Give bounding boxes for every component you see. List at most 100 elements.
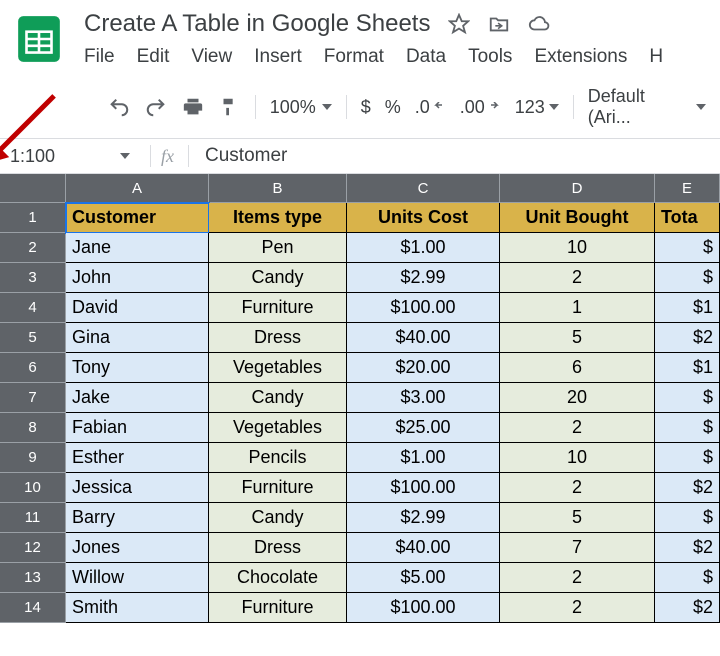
cell-C10[interactable]: $100.00 xyxy=(347,473,500,503)
row-header-4[interactable]: 4 xyxy=(0,293,66,323)
row-header-5[interactable]: 5 xyxy=(0,323,66,353)
cell-A10[interactable]: Jessica xyxy=(66,473,209,503)
row-header-12[interactable]: 12 xyxy=(0,533,66,563)
row-header-7[interactable]: 7 xyxy=(0,383,66,413)
cell-E6[interactable]: $1 xyxy=(655,353,720,383)
cell-D11[interactable]: 5 xyxy=(500,503,655,533)
cell-E4[interactable]: $1 xyxy=(655,293,720,323)
sheets-logo[interactable] xyxy=(14,14,64,64)
cell-B9[interactable]: Pencils xyxy=(209,443,347,473)
cell-E13[interactable]: $ xyxy=(655,563,720,593)
menu-edit[interactable]: Edit xyxy=(137,46,170,68)
redo-icon[interactable] xyxy=(145,95,168,119)
cell-B14[interactable]: Furniture xyxy=(209,593,347,623)
cell-C13[interactable]: $5.00 xyxy=(347,563,500,593)
cell-C9[interactable]: $1.00 xyxy=(347,443,500,473)
cell-D1[interactable]: Unit Bought xyxy=(500,203,655,233)
currency-button[interactable]: $ xyxy=(361,97,371,118)
menu-tools[interactable]: Tools xyxy=(468,46,512,68)
cell-B13[interactable]: Chocolate xyxy=(209,563,347,593)
menu-format[interactable]: Format xyxy=(324,46,384,68)
cell-C5[interactable]: $40.00 xyxy=(347,323,500,353)
cloud-status-icon[interactable] xyxy=(528,13,550,35)
cell-E9[interactable]: $ xyxy=(655,443,720,473)
cell-E10[interactable]: $2 xyxy=(655,473,720,503)
cell-A3[interactable]: John xyxy=(66,263,209,293)
cell-A5[interactable]: Gina xyxy=(66,323,209,353)
row-header-13[interactable]: 13 xyxy=(0,563,66,593)
cell-C14[interactable]: $100.00 xyxy=(347,593,500,623)
cell-B2[interactable]: Pen xyxy=(209,233,347,263)
cell-A6[interactable]: Tony xyxy=(66,353,209,383)
menu-file[interactable]: File xyxy=(84,46,115,68)
cell-E14[interactable]: $2 xyxy=(655,593,720,623)
cell-B7[interactable]: Candy xyxy=(209,383,347,413)
menu-view[interactable]: View xyxy=(191,46,232,68)
cell-C11[interactable]: $2.99 xyxy=(347,503,500,533)
cell-A8[interactable]: Fabian xyxy=(66,413,209,443)
cell-C4[interactable]: $100.00 xyxy=(347,293,500,323)
cell-E7[interactable]: $ xyxy=(655,383,720,413)
spreadsheet-grid[interactable]: 1234567891011121314 ABCDE CustomerItems … xyxy=(0,174,720,623)
row-header-9[interactable]: 9 xyxy=(0,443,66,473)
row-header-6[interactable]: 6 xyxy=(0,353,66,383)
cell-D6[interactable]: 6 xyxy=(500,353,655,383)
cell-D14[interactable]: 2 xyxy=(500,593,655,623)
col-header-C[interactable]: C xyxy=(347,174,500,203)
cell-D5[interactable]: 5 xyxy=(500,323,655,353)
col-header-A[interactable]: A xyxy=(66,174,209,203)
row-header-11[interactable]: 11 xyxy=(0,503,66,533)
cell-A1[interactable]: Customer xyxy=(66,203,209,233)
doc-title[interactable]: Create A Table in Google Sheets xyxy=(84,10,430,38)
cell-C7[interactable]: $3.00 xyxy=(347,383,500,413)
row-header-2[interactable]: 2 xyxy=(0,233,66,263)
paint-format-icon[interactable] xyxy=(218,95,241,119)
cell-B10[interactable]: Furniture xyxy=(209,473,347,503)
cell-B11[interactable]: Candy xyxy=(209,503,347,533)
cell-A13[interactable]: Willow xyxy=(66,563,209,593)
move-folder-icon[interactable] xyxy=(488,13,510,35)
cell-B12[interactable]: Dress xyxy=(209,533,347,563)
cell-A7[interactable]: Jake xyxy=(66,383,209,413)
cell-E1[interactable]: Tota xyxy=(655,203,720,233)
print-icon[interactable] xyxy=(181,95,204,119)
star-icon[interactable] xyxy=(448,13,470,35)
cell-B3[interactable]: Candy xyxy=(209,263,347,293)
cell-A9[interactable]: Esther xyxy=(66,443,209,473)
cell-D3[interactable]: 2 xyxy=(500,263,655,293)
more-formats-button[interactable]: 123 xyxy=(515,97,559,118)
cell-A14[interactable]: Smith xyxy=(66,593,209,623)
cell-D10[interactable]: 2 xyxy=(500,473,655,503)
cell-C1[interactable]: Units Cost xyxy=(347,203,500,233)
formula-bar[interactable]: Customer xyxy=(205,145,287,167)
cell-A12[interactable]: Jones xyxy=(66,533,209,563)
cell-C12[interactable]: $40.00 xyxy=(347,533,500,563)
cell-D9[interactable]: 10 xyxy=(500,443,655,473)
cell-D7[interactable]: 20 xyxy=(500,383,655,413)
col-header-B[interactable]: B xyxy=(209,174,347,203)
cell-E3[interactable]: $ xyxy=(655,263,720,293)
cell-E8[interactable]: $ xyxy=(655,413,720,443)
cell-E2[interactable]: $ xyxy=(655,233,720,263)
select-all-corner[interactable] xyxy=(0,174,66,203)
cell-B6[interactable]: Vegetables xyxy=(209,353,347,383)
menu-extensions[interactable]: Extensions xyxy=(534,46,627,68)
cell-D12[interactable]: 7 xyxy=(500,533,655,563)
cell-D13[interactable]: 2 xyxy=(500,563,655,593)
col-header-D[interactable]: D xyxy=(500,174,655,203)
percent-button[interactable]: % xyxy=(385,97,401,118)
undo-icon[interactable] xyxy=(108,95,131,119)
cell-C6[interactable]: $20.00 xyxy=(347,353,500,383)
row-header-3[interactable]: 3 xyxy=(0,263,66,293)
cell-E11[interactable]: $ xyxy=(655,503,720,533)
cell-C2[interactable]: $1.00 xyxy=(347,233,500,263)
row-header-8[interactable]: 8 xyxy=(0,413,66,443)
cell-B1[interactable]: Items type xyxy=(209,203,347,233)
zoom-select[interactable]: 100% xyxy=(270,97,332,118)
row-header-1[interactable]: 1 xyxy=(0,203,66,233)
cell-A11[interactable]: Barry xyxy=(66,503,209,533)
cell-E5[interactable]: $2 xyxy=(655,323,720,353)
cell-B4[interactable]: Furniture xyxy=(209,293,347,323)
cell-A4[interactable]: David xyxy=(66,293,209,323)
row-header-10[interactable]: 10 xyxy=(0,473,66,503)
